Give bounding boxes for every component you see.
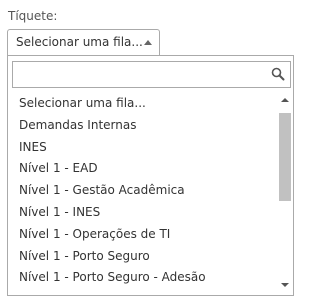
options-list: Selecionar uma fila... Demandas Internas… xyxy=(12,93,279,293)
queue-select[interactable]: Selecionar uma fila... xyxy=(7,29,160,56)
search-box xyxy=(12,61,291,88)
option-item[interactable]: Nível 1 - Porto Seguro xyxy=(12,246,279,268)
search-input[interactable] xyxy=(13,62,263,87)
scrollbar[interactable] xyxy=(279,93,291,293)
chevron-up-icon xyxy=(144,40,152,45)
option-item[interactable]: Nível 1 - EAD xyxy=(12,158,279,180)
option-item[interactable]: Nível 1 - INES xyxy=(12,202,279,224)
scroll-down-icon[interactable] xyxy=(281,283,289,287)
option-item[interactable]: Nível 1 - Operações de TI xyxy=(12,224,279,246)
queue-dropdown: Selecionar uma fila... Demandas Internas… xyxy=(7,55,294,296)
option-item[interactable]: Demandas Internas xyxy=(12,115,279,137)
option-item[interactable]: INES xyxy=(12,137,279,159)
option-item[interactable]: Nível 1 - Gestão Acadêmica xyxy=(12,180,279,202)
ticket-field-label: Tíquete: xyxy=(8,9,58,23)
option-item[interactable]: Nível 1 - Porto Seguro - Adesão xyxy=(12,267,279,289)
scroll-up-icon[interactable] xyxy=(281,98,289,102)
scroll-thumb[interactable] xyxy=(279,113,291,201)
search-icon xyxy=(271,67,285,81)
queue-select-value: Selecionar uma fila... xyxy=(16,35,143,49)
option-item[interactable]: Selecionar uma fila... xyxy=(12,93,279,115)
